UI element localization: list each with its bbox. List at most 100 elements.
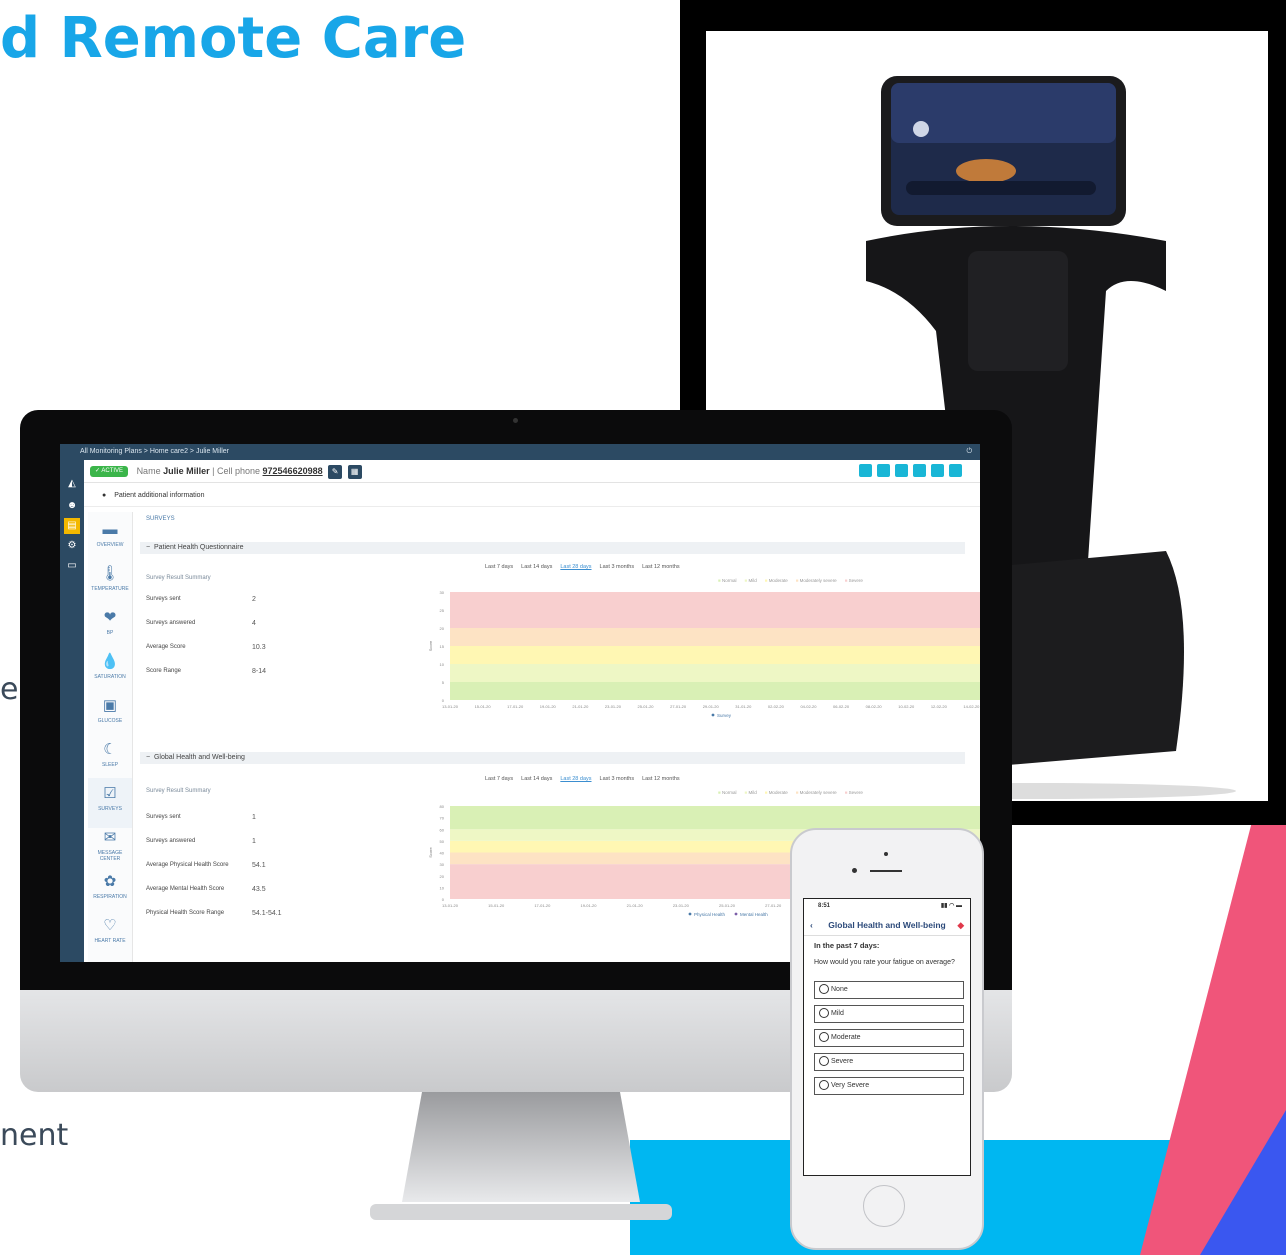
range-tab[interactable]: Last 3 months [600, 564, 635, 570]
tab-temperature[interactable]: 🌡 TEMPERATURE [88, 558, 132, 608]
summary-label: Score Range [146, 668, 182, 674]
legend-label: Moderately severe [799, 578, 837, 583]
summary-label: Physical Health Score Range [146, 910, 225, 916]
slide-text-fragment-left: e [0, 672, 19, 707]
x-tick-label: 08-02-20 [866, 704, 883, 709]
home-button[interactable] [863, 1185, 905, 1227]
phone-screen: 8:51 ▮▮ ◠ ▬ ‹ Global Health and Well-bei… [803, 898, 971, 1176]
overview-icon: ▬ [102, 521, 118, 538]
range-tab[interactable]: Last 3 months [600, 776, 635, 782]
messages-icon[interactable]: ▭ [64, 558, 80, 574]
settings-icon[interactable]: ⚙ [64, 538, 80, 554]
x-tick-label: 19-01-20 [580, 903, 597, 908]
tab-label: HEART RATE [94, 938, 126, 944]
range-tab[interactable]: Last 28 days [560, 776, 591, 782]
x-tick-label: 14-02-20 [963, 704, 980, 709]
summary-label: Average Mental Health Score [146, 886, 225, 892]
option-label: Mild [831, 1010, 844, 1017]
phone-time: 8:51 [818, 903, 831, 909]
range-tabs: Last 7 days Last 14 days Last 28 days Last … [485, 564, 688, 570]
phone-number[interactable]: 972546620988 [263, 466, 323, 476]
y-tick-label: 30 [440, 862, 445, 867]
x-tick-label: 29-01-20 [703, 704, 720, 709]
series-legend-marker [688, 912, 692, 916]
x-tick-label: 15-01-20 [488, 903, 505, 908]
summary-label: Surveys answered [146, 620, 196, 626]
range-tab[interactable]: Last 28 days [560, 564, 591, 570]
survey-title: Global Health and Well-being [153, 754, 245, 761]
tab-sleep[interactable]: ☾ SLEEP [88, 734, 132, 784]
back-chevron-icon[interactable]: ‹ [810, 915, 813, 935]
tab-glucose[interactable]: ▣ GLUCOSE [88, 690, 132, 740]
series-legend-marker [734, 912, 738, 916]
range-tab[interactable]: Last 14 days [521, 776, 552, 782]
alerts-button[interactable] [895, 464, 908, 477]
option-label: Severe [831, 1058, 854, 1065]
tab-respiration[interactable]: ✿ RESPIRATION [88, 866, 132, 916]
video-call-button[interactable] [859, 464, 872, 477]
y-axis-label: Score [428, 640, 433, 651]
answer-option[interactable]: Severe [814, 1053, 964, 1071]
tab-heart-rate[interactable]: ♡ HEART RATE [88, 910, 132, 960]
chat-button[interactable] [949, 464, 962, 477]
summary-label: Surveys answered [146, 838, 196, 844]
tab-label: RESPIRATION [93, 894, 127, 900]
legend-label: Moderate [768, 790, 788, 795]
y-tick-label: 0 [442, 897, 445, 902]
summary-row: Average Physical Health Score 54.1 [146, 862, 346, 869]
additional-info-label: Patient additional information [114, 492, 205, 499]
tab-label: BP [106, 630, 114, 636]
announce-button[interactable] [913, 464, 926, 477]
x-tick-label: 10-02-20 [898, 704, 915, 709]
x-tick-label: 21-01-20 [572, 704, 589, 709]
series-legend-marker [711, 713, 715, 717]
x-tick-label: 17-01-20 [534, 903, 551, 908]
tab-surveys[interactable]: ☑ SURVEYS [88, 778, 132, 828]
range-tab[interactable]: Last 7 days [485, 776, 513, 782]
collapse-icon: − [146, 544, 154, 551]
x-tick-label: 04-02-20 [800, 704, 817, 709]
tab-overview[interactable]: ▬ OVERVIEW [88, 514, 132, 564]
tab-saturation[interactable]: 💧 SATURATION [88, 646, 132, 696]
range-tab[interactable]: Last 12 months [642, 564, 680, 570]
answer-option[interactable]: Moderate [814, 1029, 964, 1047]
survey-header-phq[interactable]: − Patient Health Questionnaire [140, 542, 965, 554]
patients-icon[interactable]: ☻ [64, 498, 80, 514]
y-tick-label: 10 [440, 662, 445, 667]
breadcrumb[interactable]: All Monitoring Plans > Home care2 > Juli… [80, 448, 229, 455]
monitor-stand [370, 1092, 672, 1220]
patient-name: Julie Miller [163, 466, 210, 476]
answer-option[interactable]: Very Severe [814, 1077, 964, 1095]
answer-option[interactable]: Mild [814, 1005, 964, 1023]
patient-header: ✓ ACTIVE Name Julie Miller | Cell phone … [84, 460, 980, 483]
thermometer-icon: 🌡 [100, 565, 120, 582]
calendar-button[interactable] [931, 464, 944, 477]
chart-band [450, 664, 980, 682]
summary-row: Surveys answered 4 [146, 620, 346, 627]
tab-bp[interactable]: ❤ BP [88, 602, 132, 652]
range-tab[interactable]: Last 12 months [642, 776, 680, 782]
power-icon[interactable]: ⏻ [966, 444, 972, 460]
phone-speaker [870, 870, 902, 872]
range-tab[interactable]: Last 7 days [485, 564, 513, 570]
additional-info-row[interactable]: ● Patient additional information [84, 486, 980, 507]
left-nav: ◭ ☻ ▤ ⚙ ▭ [60, 460, 84, 962]
edit-patient-button[interactable]: ✎ [328, 464, 343, 479]
x-tick-label: 23-01-20 [673, 903, 690, 908]
location-button[interactable] [877, 464, 890, 477]
option-label: None [831, 986, 848, 993]
legend-item: ■ Moderately severe [796, 578, 837, 583]
patient-file-button[interactable]: ▦ [347, 464, 362, 479]
phone-status-bar: 8:51 ▮▮ ◠ ▬ [804, 899, 970, 913]
range-tab[interactable]: Last 14 days [521, 564, 552, 570]
survey-header-global[interactable]: − Global Health and Well-being [140, 752, 965, 764]
summary-value: 54.1-54.1 [252, 910, 282, 917]
summary-value: 1 [252, 838, 256, 845]
dashboard-icon[interactable]: ◭ [64, 476, 80, 492]
legend-label: Severe [848, 578, 863, 583]
x-tick-label: 27-01-20 [765, 903, 782, 908]
monitoring-plans-icon[interactable]: ▤ [64, 518, 80, 534]
answer-option[interactable]: None [814, 981, 964, 999]
summary-label: Average Score [146, 644, 186, 650]
tab-message-center[interactable]: ✉ MESSAGE CENTER [88, 822, 132, 872]
